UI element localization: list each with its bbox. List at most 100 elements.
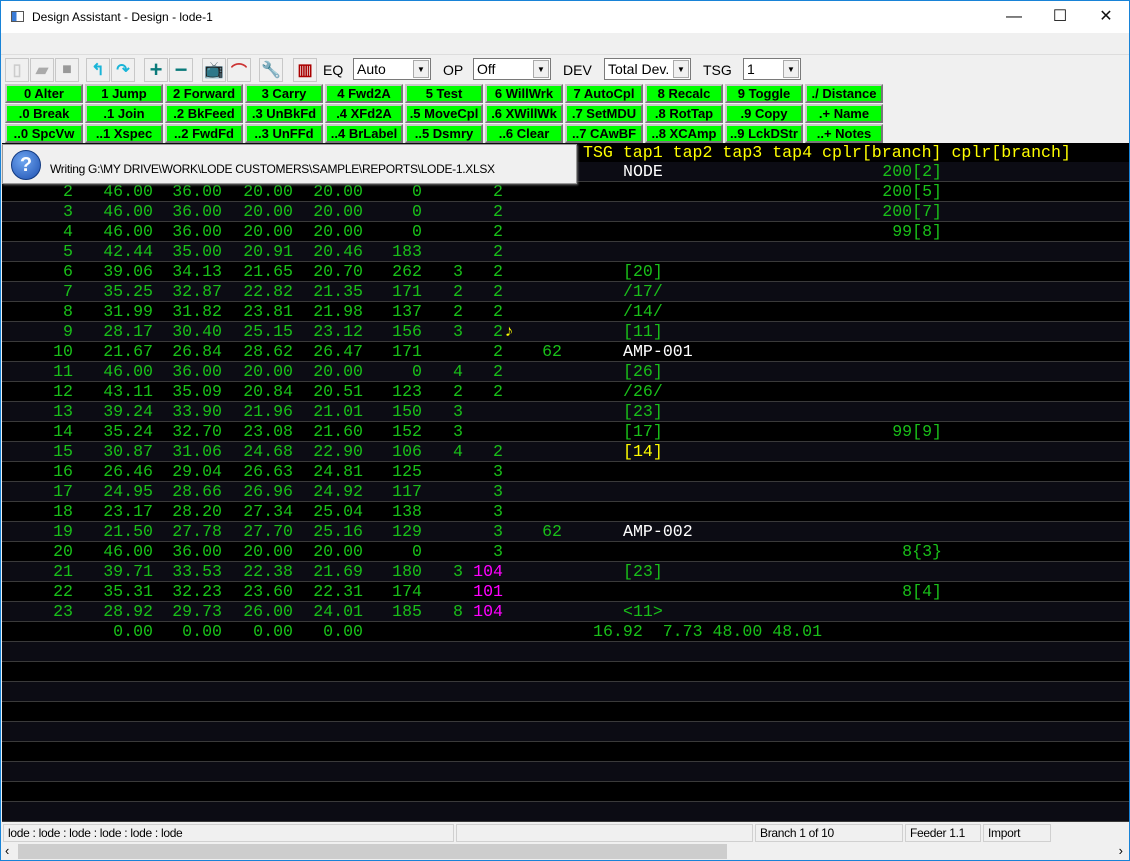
cell-value: 171	[392, 342, 422, 361]
table-row[interactable]: 4 46.00 36.00 20.00 20.00 0 2 99[8]	[2, 222, 1129, 242]
close-button[interactable]: ✕	[1083, 1, 1129, 33]
command-button[interactable]: 1 Jump	[85, 84, 163, 103]
wrench-icon[interactable]: 🔧	[259, 58, 283, 82]
command-button[interactable]: .2 BkFeed	[165, 104, 243, 123]
table-row[interactable]: 13 39.24 33.90 21.96 21.01 150 3 [23]	[2, 402, 1129, 422]
scroll-left-icon[interactable]: ‹	[5, 843, 9, 858]
cell-value: 20.00	[313, 222, 363, 241]
curve-tool-icon[interactable]: ⌒	[227, 58, 251, 82]
command-button[interactable]: ..6 Clear	[485, 124, 563, 143]
command-button[interactable]: .1 Join	[85, 104, 163, 123]
minus-icon[interactable]: −	[169, 57, 193, 82]
table-row[interactable]	[2, 682, 1129, 702]
command-button[interactable]: .6 XWillWk	[485, 104, 563, 123]
table-row[interactable]	[2, 702, 1129, 722]
command-button[interactable]: ..2 FwdFd	[165, 124, 243, 143]
table-row[interactable]: 17 24.95 28.66 26.96 24.92 117 3	[2, 482, 1129, 502]
tsg-select[interactable]: 1 ▼	[743, 58, 801, 80]
table-row[interactable]	[2, 722, 1129, 742]
open-folder-icon[interactable]: ▰	[30, 58, 54, 82]
tv-icon[interactable]: 📺	[202, 58, 226, 82]
cell-value: 2	[493, 222, 503, 241]
table-row[interactable]: 5 42.44 35.00 20.91 20.46 183 2	[2, 242, 1129, 262]
command-button[interactable]: .4 XFd2A	[325, 104, 403, 123]
table-row[interactable]: 20 46.00 36.00 20.00 20.00 0 3 8{3}	[2, 542, 1129, 562]
op-select[interactable]: Off ▼	[473, 58, 551, 80]
undo-icon[interactable]: ↰	[86, 58, 110, 82]
scroll-right-icon[interactable]: ›	[1119, 843, 1123, 858]
data-grid[interactable]: TSG tap1 tap2 tap3 tap4 cplr[branch] cpl…	[2, 143, 1129, 822]
save-icon[interactable]: ■	[55, 58, 79, 82]
redo-icon[interactable]: ↷	[111, 58, 135, 82]
table-row[interactable]: 8 31.99 31.82 23.81 21.98 137 2 2/14/	[2, 302, 1129, 322]
table-row[interactable]: 22 35.31 32.23 23.60 22.31 174 101 8[4]	[2, 582, 1129, 602]
dev-select[interactable]: Total Dev. ▼	[604, 58, 691, 80]
table-row[interactable]	[2, 762, 1129, 782]
plus-icon[interactable]: +	[144, 57, 168, 82]
command-button[interactable]: ..1 Xspec	[85, 124, 163, 143]
command-button[interactable]: ..5 Dsmry	[405, 124, 483, 143]
scroll-thumb[interactable]	[18, 844, 727, 859]
table-row[interactable]: 3 46.00 36.00 20.00 20.00 0 2 200[7]	[2, 202, 1129, 222]
command-button[interactable]: ..+ Notes	[805, 124, 883, 143]
horizontal-scrollbar[interactable]: ‹ ›	[1, 843, 1129, 860]
command-button[interactable]: ..3 UnFFd	[245, 124, 323, 143]
command-button[interactable]: .0 Break	[5, 104, 83, 123]
table-row[interactable]: 15 30.87 31.06 24.68 22.90 106 4 2 [14]	[2, 442, 1129, 462]
command-button[interactable]: .5 MoveCpl	[405, 104, 483, 123]
status-mode: Import	[983, 824, 1051, 842]
new-file-icon[interactable]: ▯	[5, 58, 29, 82]
command-button[interactable]: 8 Recalc	[645, 84, 723, 103]
table-row[interactable]: 2 46.00 36.00 20.00 20.00 0 2 200[5]	[2, 182, 1129, 202]
cell-value: 21.60	[313, 422, 363, 441]
table-row[interactable]: 18 23.17 28.20 27.34 25.04 138 3	[2, 502, 1129, 522]
command-button[interactable]: .9 Copy	[725, 104, 803, 123]
table-row[interactable]	[2, 642, 1129, 662]
table-row[interactable]: 0.00 0.00 0.00 0.00 16.92 7.73 48.00 48.01	[2, 622, 1129, 642]
cell-value: 20.00	[313, 362, 363, 381]
command-button[interactable]: .3 UnBkFd	[245, 104, 323, 123]
command-button[interactable]: 4 Fwd2A	[325, 84, 403, 103]
table-row[interactable]: 6 39.06 34.13 21.65 20.70 262 3 2 [20]	[2, 262, 1129, 282]
table-row[interactable]: 9 28.17 30.40 25.15 23.12 156 3 2 ♪ [11]	[2, 322, 1129, 342]
table-row[interactable]: 23 28.92 29.73 26.00 24.01 185 8 104 <11>	[2, 602, 1129, 622]
table-row[interactable]	[2, 782, 1129, 802]
table-row[interactable]: 16 26.46 29.04 26.63 24.81 125 3	[2, 462, 1129, 482]
command-button[interactable]: ..0 SpcVw	[5, 124, 83, 143]
command-button[interactable]: .+ Name	[805, 104, 883, 123]
command-button[interactable]: .8 RotTap	[645, 104, 723, 123]
cell-value: 35.25	[103, 282, 153, 301]
table-row[interactable]	[2, 802, 1129, 822]
cell-value: 20.51	[313, 382, 363, 401]
table-row[interactable]: 10 21.67 26.84 28.62 26.47 171 2 62 AMP-001	[2, 342, 1129, 362]
command-button[interactable]: ..7 CAwBF	[565, 124, 643, 143]
report-icon[interactable]: ▥	[293, 58, 317, 82]
command-button[interactable]: 3 Carry	[245, 84, 323, 103]
command-button[interactable]: ..9 LckDStr	[725, 124, 803, 143]
command-button[interactable]: 0 Alter	[5, 84, 83, 103]
command-button[interactable]: .7 SetMDU	[565, 104, 643, 123]
command-button[interactable]: 2 Forward	[165, 84, 243, 103]
command-button[interactable]: 6 WillWrk	[485, 84, 563, 103]
table-row[interactable]: 11 46.00 36.00 20.00 20.00 0 4 2 [26]	[2, 362, 1129, 382]
maximize-button[interactable]: ☐	[1037, 1, 1083, 33]
cell-value: 2	[493, 202, 503, 221]
cell-value: 26.00	[243, 602, 293, 621]
table-row[interactable]: 7 35.25 32.87 22.82 21.35 171 2 2/17/	[2, 282, 1129, 302]
minimize-button[interactable]: —	[991, 1, 1037, 33]
eq-select[interactable]: Auto ▼	[353, 58, 431, 80]
op-label: OP	[443, 62, 464, 78]
command-button[interactable]: 9 Toggle	[725, 84, 803, 103]
table-row[interactable]: 19 21.50 27.78 27.70 25.16 129 3 62 AMP-002	[2, 522, 1129, 542]
command-button[interactable]: ..4 BrLabel	[325, 124, 403, 143]
command-button[interactable]: ..8 XCAmp	[645, 124, 723, 143]
table-row[interactable]	[2, 742, 1129, 762]
command-button[interactable]: ./ Distance	[805, 84, 883, 103]
table-row[interactable]: 14 35.24 32.70 23.08 21.60 152 3 [17] 99[9]	[2, 422, 1129, 442]
table-row[interactable]: 12 43.11 35.09 20.84 20.51 123 2 2/26/	[2, 382, 1129, 402]
table-row[interactable]	[2, 662, 1129, 682]
total-value: 0.00	[113, 622, 153, 641]
command-button[interactable]: 5 Test	[405, 84, 483, 103]
table-row[interactable]: 21 39.71 33.53 22.38 21.69 180 3 104 [23]	[2, 562, 1129, 582]
command-button[interactable]: 7 AutoCpl	[565, 84, 643, 103]
